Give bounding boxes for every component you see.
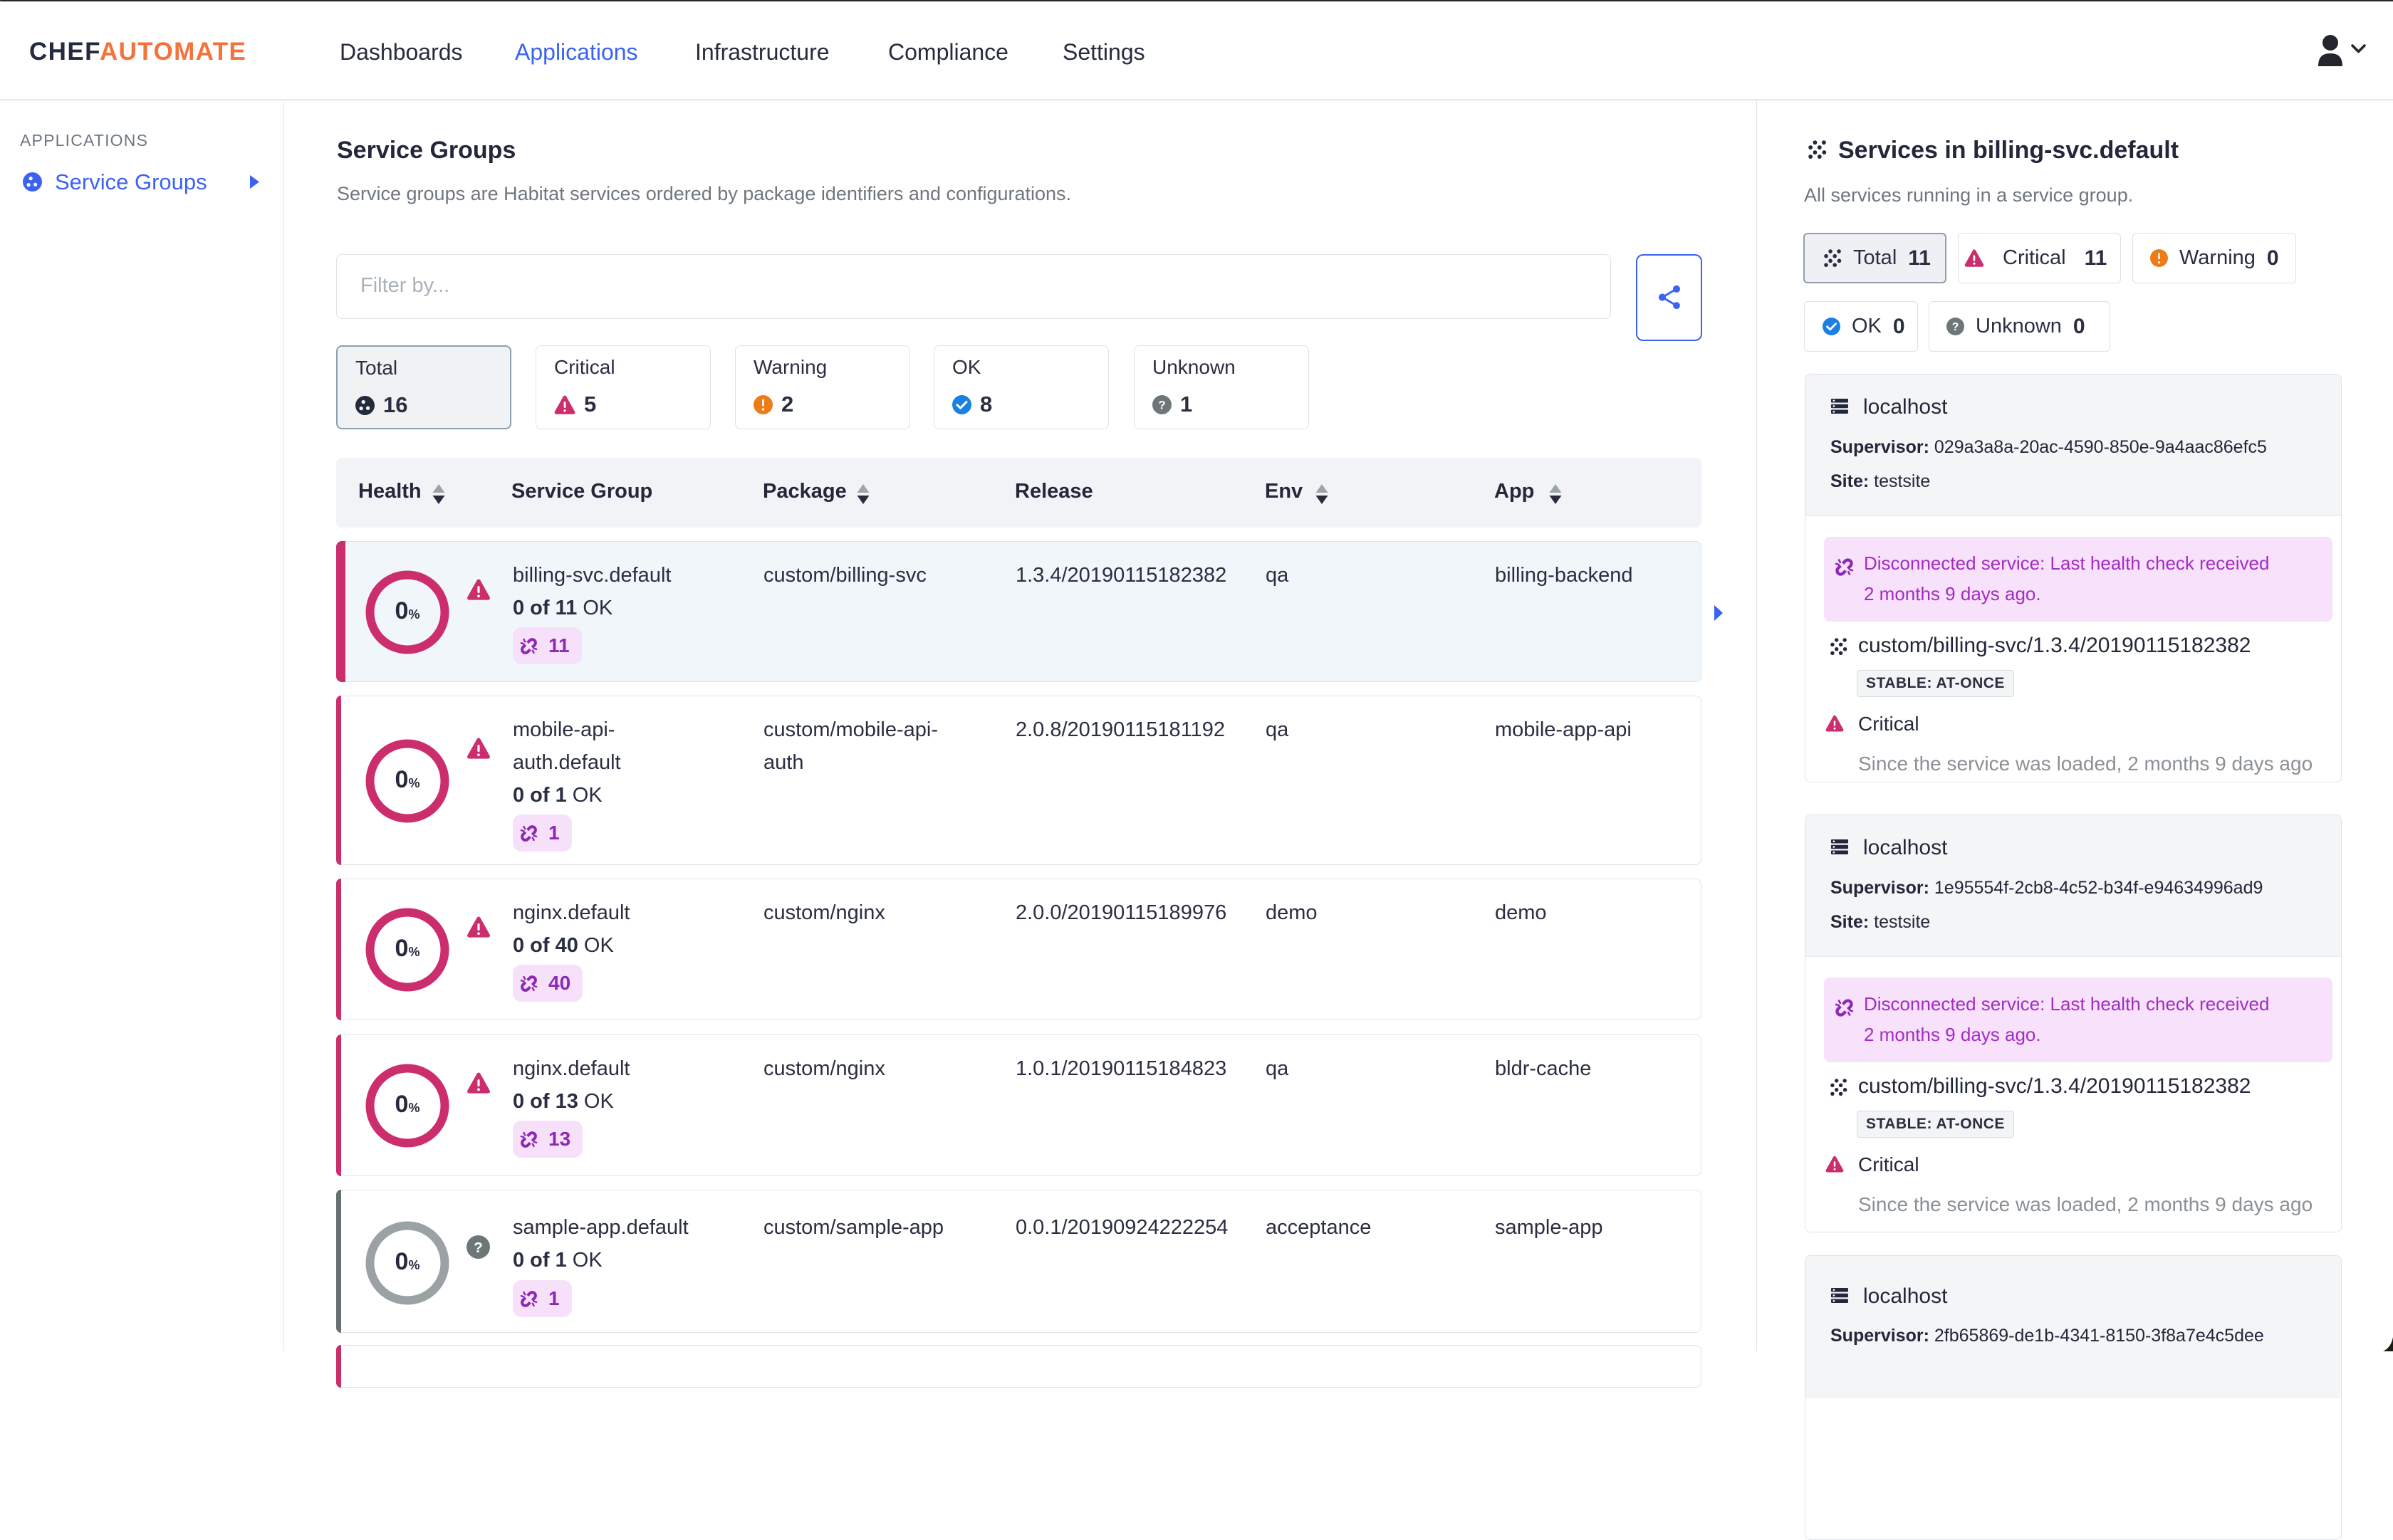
svg-text:?: ? [474, 1240, 483, 1256]
svg-text:?: ? [1158, 398, 1165, 412]
svg-text:?: ? [1952, 321, 1959, 333]
